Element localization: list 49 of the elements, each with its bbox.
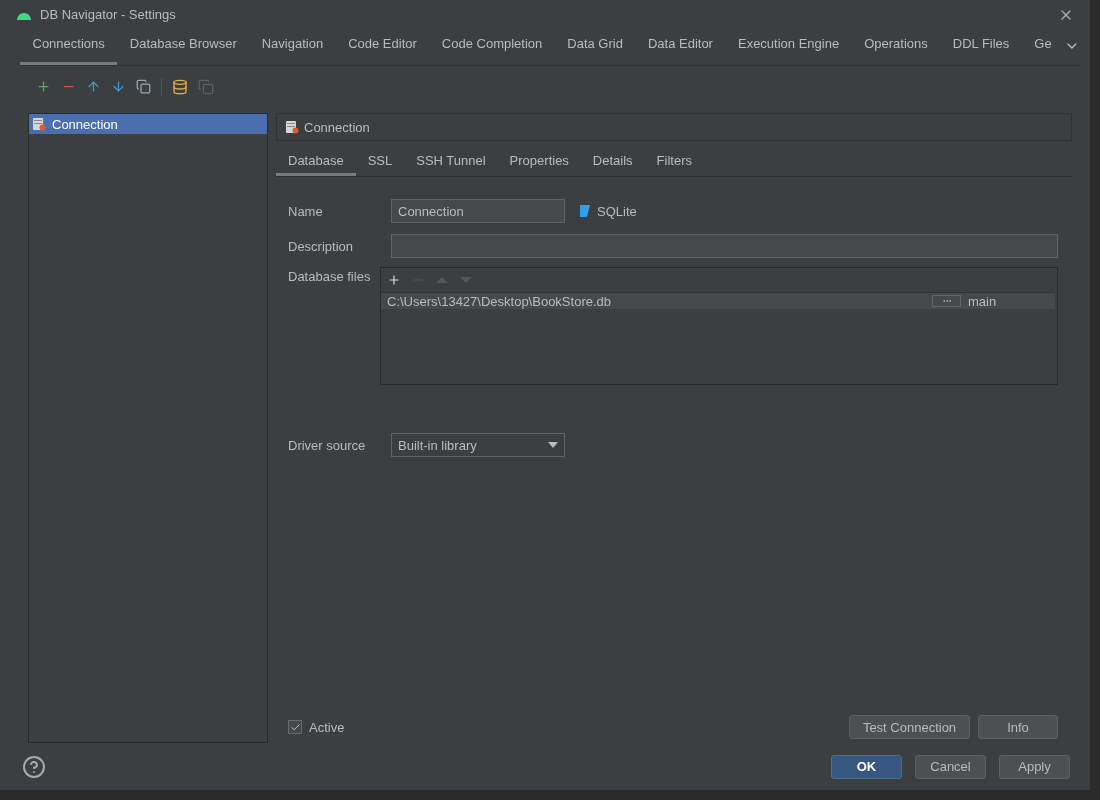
sqlite-icon: [579, 204, 591, 219]
settings-tab[interactable]: Data Editor: [635, 33, 726, 66]
field-label: Driver source: [288, 436, 367, 455]
dialog-button[interactable]: Cancel: [915, 754, 986, 779]
copy-icon[interactable]: [136, 79, 151, 95]
move-down-icon[interactable]: [111, 79, 126, 95]
settings-tab[interactable]: DDL Files: [940, 33, 1022, 66]
connection-tab[interactable]: Details: [580, 151, 645, 177]
database-icon: [285, 120, 299, 135]
settings-tab[interactable]: Database Browser: [117, 33, 250, 66]
connection-tab[interactable]: Properties: [497, 151, 581, 177]
connection-tab[interactable]: SSH Tunnel: [404, 151, 498, 177]
settings-tab[interactable]: Data Grid: [554, 33, 636, 66]
dropdown-icon: [548, 442, 558, 449]
panel-button[interactable]: Info: [978, 715, 1058, 740]
add-icon[interactable]: [36, 79, 51, 95]
settings-tab[interactable]: Operations: [851, 33, 941, 66]
settings-tab[interactable]: Navigation: [249, 33, 336, 66]
file-path[interactable]: C:\Users\13427\Desktop\BookStore.db: [381, 291, 932, 311]
driver-source-select[interactable]: Built-in library: [391, 433, 565, 458]
checkbox-label: Active: [309, 718, 345, 737]
add-icon[interactable]: [387, 273, 401, 288]
settings-tab[interactable]: Code Completion: [429, 33, 555, 66]
panel-button[interactable]: Test Connection: [849, 715, 970, 740]
field-label: Name: [288, 202, 324, 221]
database-icon: [32, 117, 46, 132]
import-icon[interactable]: [172, 78, 188, 95]
move-up-icon[interactable]: [86, 79, 101, 95]
connection-item[interactable]: Connection: [29, 114, 267, 135]
help-icon[interactable]: [22, 754, 46, 779]
dialog-button[interactable]: OK: [831, 754, 902, 779]
field-label: Description: [288, 237, 355, 256]
settings-tab[interactable]: Execution Engine: [725, 33, 852, 66]
settings-tab[interactable]: Connections: [20, 33, 118, 66]
panel-title: Connection: [304, 118, 370, 137]
settings-tab[interactable]: Code Editor: [335, 33, 430, 66]
browse-button[interactable]: [932, 295, 961, 308]
database-type: SQLite: [597, 202, 637, 221]
connection-tab[interactable]: Filters: [644, 151, 704, 177]
active-checkbox[interactable]: [288, 720, 302, 735]
schema-name: main: [967, 292, 998, 311]
description-field[interactable]: [391, 234, 1058, 259]
connection-tab[interactable]: Database: [276, 151, 356, 177]
name-field[interactable]: Connection: [391, 199, 565, 224]
field-label: Database files: [288, 268, 372, 287]
window-title: DB Navigator - Settings: [40, 5, 176, 24]
settings-tab[interactable]: Ge: [1021, 33, 1065, 66]
connection-tab[interactable]: SSL: [355, 151, 405, 177]
dialog-button[interactable]: Apply: [999, 754, 1070, 779]
